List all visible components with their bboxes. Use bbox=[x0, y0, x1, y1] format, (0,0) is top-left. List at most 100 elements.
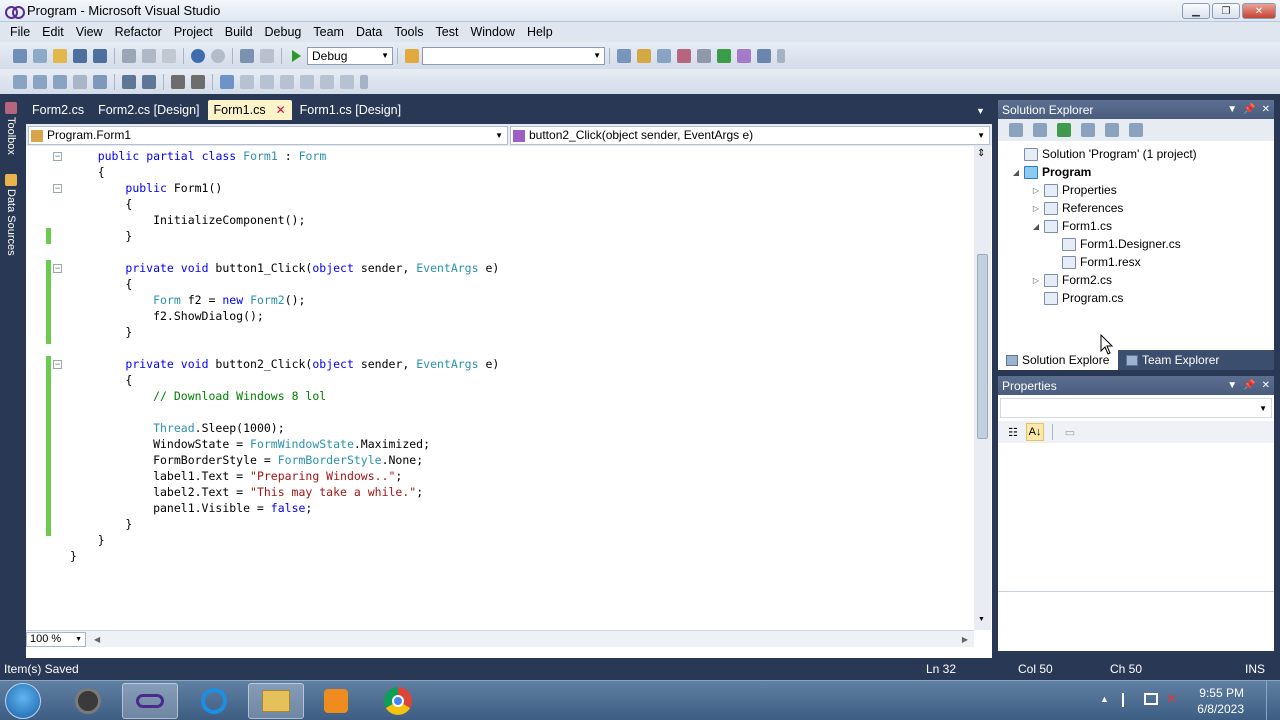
code-line[interactable]: } bbox=[70, 228, 132, 244]
expand-toggle-icon[interactable]: ▷ bbox=[1030, 276, 1042, 285]
scroll-right-icon[interactable]: ▶ bbox=[962, 635, 968, 644]
command-window-icon[interactable] bbox=[757, 48, 771, 63]
show-all-files-icon[interactable] bbox=[1033, 123, 1047, 137]
quick-info-icon[interactable] bbox=[53, 74, 67, 89]
next-bookmark-in-folder-icon[interactable] bbox=[300, 74, 314, 89]
expand-toggle-icon[interactable]: ▷ bbox=[1030, 204, 1042, 213]
code-line[interactable]: InitializeComponent(); bbox=[70, 212, 305, 228]
add-item-icon[interactable] bbox=[33, 48, 47, 63]
solution-configuration-dropdown[interactable]: Debug ▼ bbox=[307, 46, 393, 65]
save-icon[interactable] bbox=[73, 48, 87, 63]
taskbar-app-chrome[interactable] bbox=[370, 683, 426, 719]
complete-word-icon[interactable] bbox=[73, 74, 87, 89]
split-editor-icon[interactable]: ⇕ bbox=[977, 148, 985, 159]
outdent-icon[interactable] bbox=[142, 74, 156, 89]
code-line[interactable]: } bbox=[70, 532, 105, 548]
code-line[interactable]: label1.Text = "Preparing Windows.."; bbox=[70, 468, 402, 484]
next-bookmark-icon[interactable] bbox=[260, 74, 274, 89]
menu-team[interactable]: Team bbox=[307, 25, 350, 39]
code-line[interactable]: } bbox=[70, 516, 132, 532]
tree-node[interactable]: ▷ Properties bbox=[1030, 181, 1117, 199]
code-line[interactable]: public Form1() bbox=[70, 180, 222, 196]
tree-node[interactable]: Program.cs bbox=[1030, 289, 1123, 307]
previous-bookmark-in-folder-icon[interactable] bbox=[280, 74, 294, 89]
expand-toggle-icon[interactable]: ▷ bbox=[1030, 186, 1042, 195]
decrease-indent-icon[interactable] bbox=[93, 74, 107, 89]
code-line[interactable]: private void button1_Click(object sender… bbox=[70, 260, 499, 276]
close-window-button[interactable]: ✕ bbox=[1242, 3, 1276, 19]
code-line[interactable]: private void button2_Click(object sender… bbox=[70, 356, 499, 372]
code-line[interactable]: Thread.Sleep(1000); bbox=[70, 420, 285, 436]
extension-manager-icon[interactable] bbox=[737, 48, 751, 63]
tab-form2-cs[interactable]: Form2.cs bbox=[26, 100, 90, 120]
code-line[interactable]: // Download Windows 8 lol bbox=[70, 388, 326, 404]
view-designer-icon[interactable] bbox=[1105, 123, 1119, 137]
code-line[interactable]: WindowState = FormWindowState.Maximized; bbox=[70, 436, 430, 452]
show-hidden-icons-icon[interactable]: ▲ bbox=[1100, 694, 1109, 704]
redo-icon[interactable] bbox=[211, 48, 225, 63]
copy-icon[interactable] bbox=[142, 48, 156, 63]
clear-bookmarks-icon[interactable] bbox=[340, 74, 354, 89]
object-browser-icon[interactable] bbox=[657, 48, 671, 63]
code-line[interactable]: f2.ShowDialog(); bbox=[70, 308, 264, 324]
close-tab-icon[interactable]: ✕ bbox=[276, 103, 286, 120]
taskbar-app-file-explorer[interactable] bbox=[248, 683, 304, 719]
toolbar-overflow-icon[interactable] bbox=[777, 48, 785, 63]
collapse-region-icon[interactable]: − bbox=[53, 360, 62, 369]
save-all-icon[interactable] bbox=[93, 48, 107, 63]
menu-window[interactable]: Window bbox=[464, 25, 520, 39]
increase-indent-icon[interactable] bbox=[122, 74, 136, 89]
tree-node[interactable]: Form1.Designer.cs bbox=[1048, 235, 1181, 253]
scroll-left-icon[interactable]: ◀ bbox=[94, 635, 100, 644]
tab-form2-design[interactable]: Form2.cs [Design] bbox=[92, 100, 205, 120]
active-files-dropdown-icon[interactable]: ▼ bbox=[976, 106, 985, 116]
start-button[interactable] bbox=[5, 683, 41, 719]
view-class-diagram-icon[interactable] bbox=[1129, 123, 1143, 137]
alphabetical-icon[interactable]: A↓ bbox=[1026, 423, 1044, 441]
taskbar-app-gears[interactable] bbox=[60, 683, 116, 719]
start-debugging-icon[interactable] bbox=[292, 49, 301, 62]
collapse-region-icon[interactable]: − bbox=[53, 264, 62, 273]
properties-window-icon[interactable] bbox=[637, 48, 651, 63]
cut-icon[interactable] bbox=[122, 48, 136, 63]
taskbar-clock[interactable]: 9:55 PM 6/8/2023 bbox=[1197, 685, 1244, 717]
categorized-icon[interactable]: ☷ bbox=[1004, 423, 1022, 441]
menu-project[interactable]: Project bbox=[168, 25, 219, 39]
type-dropdown[interactable]: Program.Form1 ▼ bbox=[28, 125, 508, 145]
code-line[interactable]: { bbox=[70, 164, 105, 180]
previous-bookmark-in-document-icon[interactable] bbox=[320, 74, 334, 89]
tree-node[interactable]: ◢ Form1.cs bbox=[1030, 217, 1112, 235]
zoom-dropdown[interactable]: 100 % ▼ bbox=[26, 631, 86, 647]
code-line[interactable]: } bbox=[70, 324, 132, 340]
toolbox-tab[interactable]: Toolbox bbox=[3, 102, 19, 155]
code-line[interactable]: public partial class Form1 : Form bbox=[70, 148, 327, 164]
tab-form1-design[interactable]: Form1.cs [Design] bbox=[294, 100, 407, 120]
navigate-forward-icon[interactable] bbox=[260, 48, 274, 63]
open-file-icon[interactable] bbox=[53, 48, 67, 63]
taskbar-app-media-player[interactable] bbox=[308, 683, 364, 719]
code-line[interactable]: panel1.Visible = false; bbox=[70, 500, 312, 516]
window-position-icon[interactable]: ▼ bbox=[1227, 380, 1237, 391]
menu-test[interactable]: Test bbox=[430, 25, 465, 39]
minimize-button[interactable]: ▁ bbox=[1182, 3, 1210, 19]
menu-tools[interactable]: Tools bbox=[388, 25, 429, 39]
code-line[interactable]: Form f2 = new Form2(); bbox=[70, 292, 305, 308]
window-position-icon[interactable]: ▼ bbox=[1227, 104, 1237, 115]
find-combo-box[interactable]: ▼ bbox=[422, 46, 605, 65]
tools-icon[interactable] bbox=[697, 48, 711, 63]
scroll-down-icon[interactable]: ▼ bbox=[978, 616, 985, 623]
object-selector-dropdown[interactable]: ▼ bbox=[1000, 398, 1272, 418]
code-line[interactable]: label2.Text = "This may take a while."; bbox=[70, 484, 423, 500]
toolbar-overflow-icon[interactable] bbox=[360, 74, 368, 89]
tab-team-explorer[interactable]: Team Explorer bbox=[1118, 350, 1227, 370]
uncomment-lines-icon[interactable] bbox=[191, 74, 205, 89]
parameter-info-icon[interactable] bbox=[33, 74, 47, 89]
menu-file[interactable]: File bbox=[4, 25, 36, 39]
taskbar-app-internet-explorer[interactable] bbox=[186, 683, 242, 719]
tree-node[interactable]: Form1.resx bbox=[1048, 253, 1141, 271]
menu-debug[interactable]: Debug bbox=[259, 25, 308, 39]
auto-hide-pin-icon[interactable]: 📌 bbox=[1243, 104, 1255, 115]
code-line[interactable]: { bbox=[70, 276, 132, 292]
volume-muted-icon[interactable]: ✕ bbox=[1166, 691, 1177, 707]
data-sources-tab[interactable]: Data Sources bbox=[3, 174, 19, 256]
